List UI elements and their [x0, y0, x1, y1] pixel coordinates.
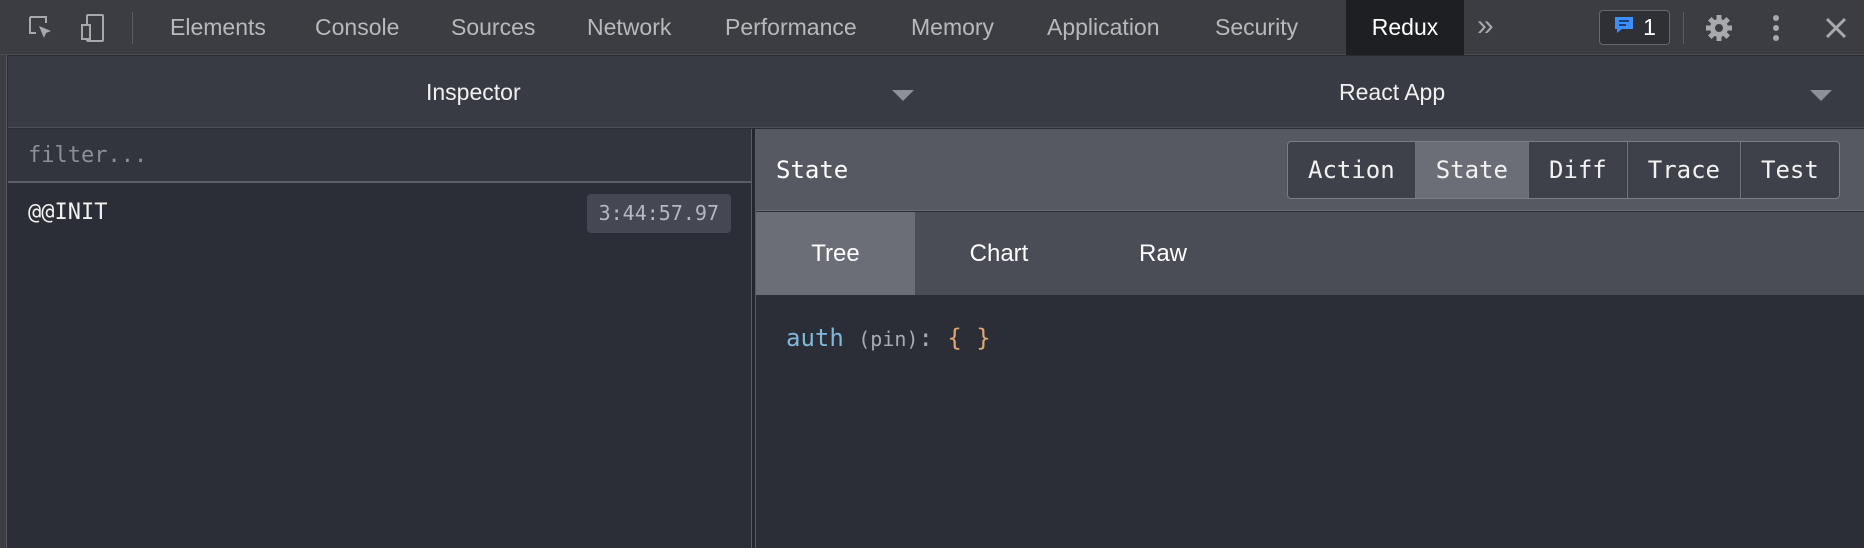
tab-redux[interactable]: Redux	[1346, 0, 1464, 55]
state-mode-button[interactable]: State	[1414, 142, 1528, 198]
issues-button[interactable]: 1	[1599, 10, 1670, 45]
instance-select[interactable]: React App	[1339, 56, 1445, 128]
tree-node-key[interactable]: auth	[786, 324, 844, 352]
action-list-pane: @@INIT 3:44:57.97	[8, 129, 751, 548]
filter-row	[8, 129, 751, 183]
action-timestamp: 3:44:57.97	[586, 194, 731, 233]
devtools-tab-bar: Elements Console Sources Network Perform…	[0, 0, 1864, 55]
devtools-left-edge	[0, 0, 7, 548]
test-mode-button[interactable]: Test	[1740, 142, 1839, 198]
view-tabs: Tree Chart Raw	[756, 212, 1864, 295]
tab-application[interactable]: Application	[1047, 0, 1160, 55]
tab-memory[interactable]: Memory	[911, 0, 994, 55]
pin-button[interactable]: (pin)	[858, 327, 918, 351]
chevron-down-icon[interactable]	[892, 90, 914, 101]
tab-performance[interactable]: Performance	[725, 0, 857, 55]
tab-tree[interactable]: Tree	[756, 212, 915, 295]
device-toolbar-icon[interactable]	[78, 12, 110, 44]
issues-icon	[1613, 14, 1635, 41]
action-mode-button[interactable]: Action	[1288, 142, 1415, 198]
tab-raw[interactable]: Raw	[1083, 212, 1243, 295]
action-name: @@INIT	[28, 200, 108, 225]
filter-input[interactable]	[8, 129, 751, 181]
toolbar-divider	[132, 12, 133, 44]
chevron-down-icon[interactable]	[1810, 90, 1832, 101]
state-tree: auth (pin): { }	[786, 324, 991, 352]
tree-node-value: { }	[947, 324, 991, 352]
redux-header: Inspector React App	[8, 56, 1864, 128]
state-header: State Action State Diff Trace Test	[756, 129, 1864, 211]
diff-mode-button[interactable]: Diff	[1527, 142, 1627, 198]
tab-console[interactable]: Console	[315, 0, 399, 55]
state-pane: State Action State Diff Trace Test Tree …	[756, 129, 1864, 548]
tab-network[interactable]: Network	[587, 0, 671, 55]
tab-security[interactable]: Security	[1215, 0, 1298, 55]
toolbar-divider	[1683, 12, 1684, 44]
panel-title: State	[776, 156, 849, 184]
more-options-icon[interactable]	[1760, 12, 1792, 44]
more-tabs-icon[interactable]: »	[1477, 0, 1494, 55]
tab-sources[interactable]: Sources	[451, 0, 535, 55]
trace-mode-button[interactable]: Trace	[1626, 142, 1740, 198]
close-icon[interactable]	[1820, 12, 1852, 44]
mode-button-group: Action State Diff Trace Test	[1287, 141, 1840, 199]
inspect-element-icon[interactable]	[25, 12, 57, 44]
tab-chart[interactable]: Chart	[915, 212, 1083, 295]
issues-count: 1	[1643, 14, 1656, 40]
monitor-select[interactable]: Inspector	[426, 56, 521, 128]
settings-icon[interactable]	[1703, 12, 1735, 44]
tree-colon: :	[918, 324, 933, 352]
tab-elements[interactable]: Elements	[170, 0, 266, 55]
action-list-item[interactable]: @@INIT 3:44:57.97	[8, 185, 751, 241]
